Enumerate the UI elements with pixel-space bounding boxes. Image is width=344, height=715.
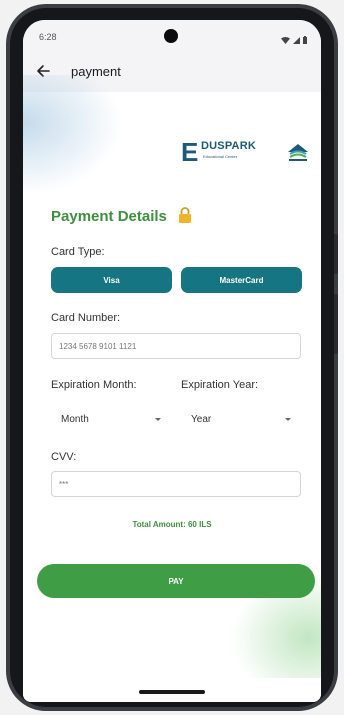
cvv-input[interactable]: ***	[51, 471, 301, 497]
status-bar: 6:28	[23, 20, 321, 50]
logo-letter: E	[181, 137, 199, 167]
exp-year-label: Expiration Year:	[181, 379, 259, 391]
exp-year-value: Year	[191, 413, 212, 425]
logo-tagline: Educational Center	[203, 154, 238, 159]
signal-icon	[293, 31, 300, 49]
mastercard-button[interactable]: MasterCard	[181, 267, 302, 293]
status-time: 6:28	[39, 32, 57, 42]
card-type-label: Card Type:	[51, 246, 105, 258]
payment-details-heading: Payment Details	[51, 208, 167, 225]
card-number-input[interactable]: 1234 5678 9101 1121	[51, 333, 301, 359]
logo-name: DUSPARK	[201, 140, 256, 152]
status-icons	[281, 31, 307, 49]
battery-icon	[303, 31, 307, 49]
front-camera	[164, 29, 178, 43]
exp-year-select[interactable]: Year	[191, 408, 295, 430]
exp-month-value: Month	[61, 413, 89, 425]
cvv-label: CVV:	[51, 451, 77, 463]
system-nav-bar	[23, 678, 321, 702]
card-number-label: Card Number:	[51, 312, 121, 324]
visa-button[interactable]: Visa	[51, 267, 172, 293]
eduspark-logo: E DUSPARK Educational Center	[181, 138, 311, 166]
pay-button[interactable]: PAY	[37, 564, 315, 598]
total-amount: Total Amount: 60 ILS	[132, 520, 212, 529]
decorative-blob	[23, 75, 123, 195]
home-gesture-bar[interactable]	[139, 690, 205, 694]
screen: 6:28 payment E DUSPARK Educational Cente…	[23, 20, 321, 702]
chevron-down-icon	[285, 417, 291, 421]
logo-emblem-icon	[285, 140, 311, 162]
wifi-icon	[281, 31, 290, 49]
chevron-down-icon	[155, 417, 161, 421]
lock-icon	[178, 207, 192, 224]
exp-month-select[interactable]: Month	[61, 408, 165, 430]
exp-month-label: Expiration Month:	[51, 379, 137, 391]
